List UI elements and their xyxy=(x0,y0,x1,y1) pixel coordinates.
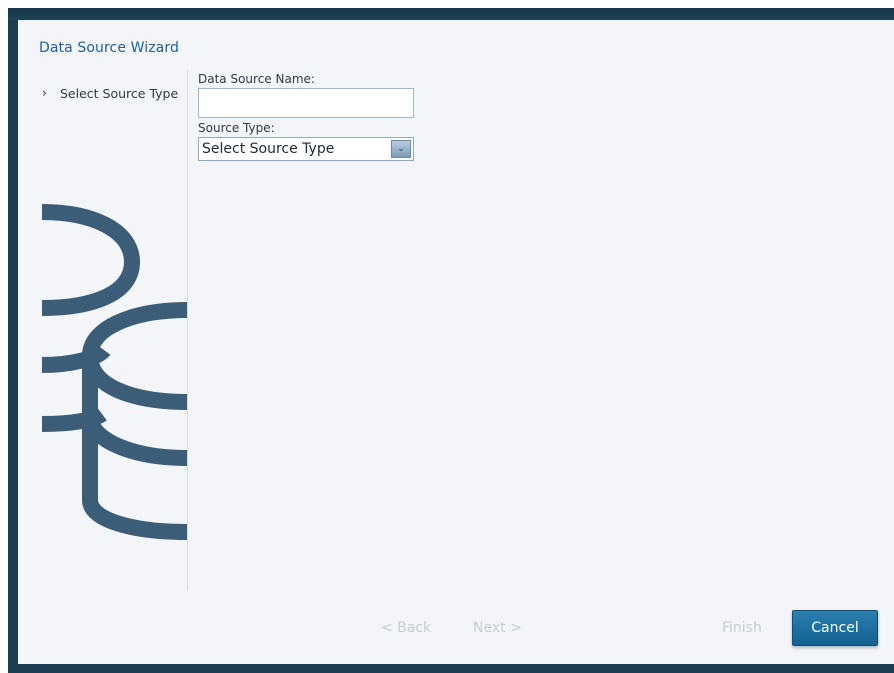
window-bottom-strip xyxy=(8,664,894,673)
panel-divider xyxy=(187,70,188,590)
wizard-title: Data Source Wizard xyxy=(39,40,179,56)
source-form: Data Source Name: Source Type: Select So… xyxy=(198,72,414,161)
source-type-selected-value: Select Source Type xyxy=(202,141,335,157)
data-source-name-label: Data Source Name: xyxy=(198,72,315,86)
chevron-right-icon: › xyxy=(42,85,47,100)
source-type-label: Source Type: xyxy=(198,121,275,135)
wizard-footer: < Back Next > Finish Cancel xyxy=(18,598,894,664)
database-illustration xyxy=(42,190,188,574)
wizard-dialog: Data Source Wizard › Select Source Type xyxy=(18,20,894,664)
next-button[interactable]: Next > xyxy=(473,620,522,636)
source-type-select[interactable]: Select Source Type ⌄ xyxy=(198,137,414,161)
data-source-name-input[interactable] xyxy=(198,88,414,118)
window-top-strip xyxy=(8,8,894,20)
cancel-button[interactable]: Cancel xyxy=(792,610,878,646)
step-label: Select Source Type xyxy=(60,86,179,101)
back-button[interactable]: < Back xyxy=(381,620,431,636)
step-item-select-source-type[interactable]: › Select Source Type xyxy=(42,85,179,102)
finish-button[interactable]: Finish xyxy=(722,620,762,636)
chevron-down-icon[interactable]: ⌄ xyxy=(391,140,411,158)
